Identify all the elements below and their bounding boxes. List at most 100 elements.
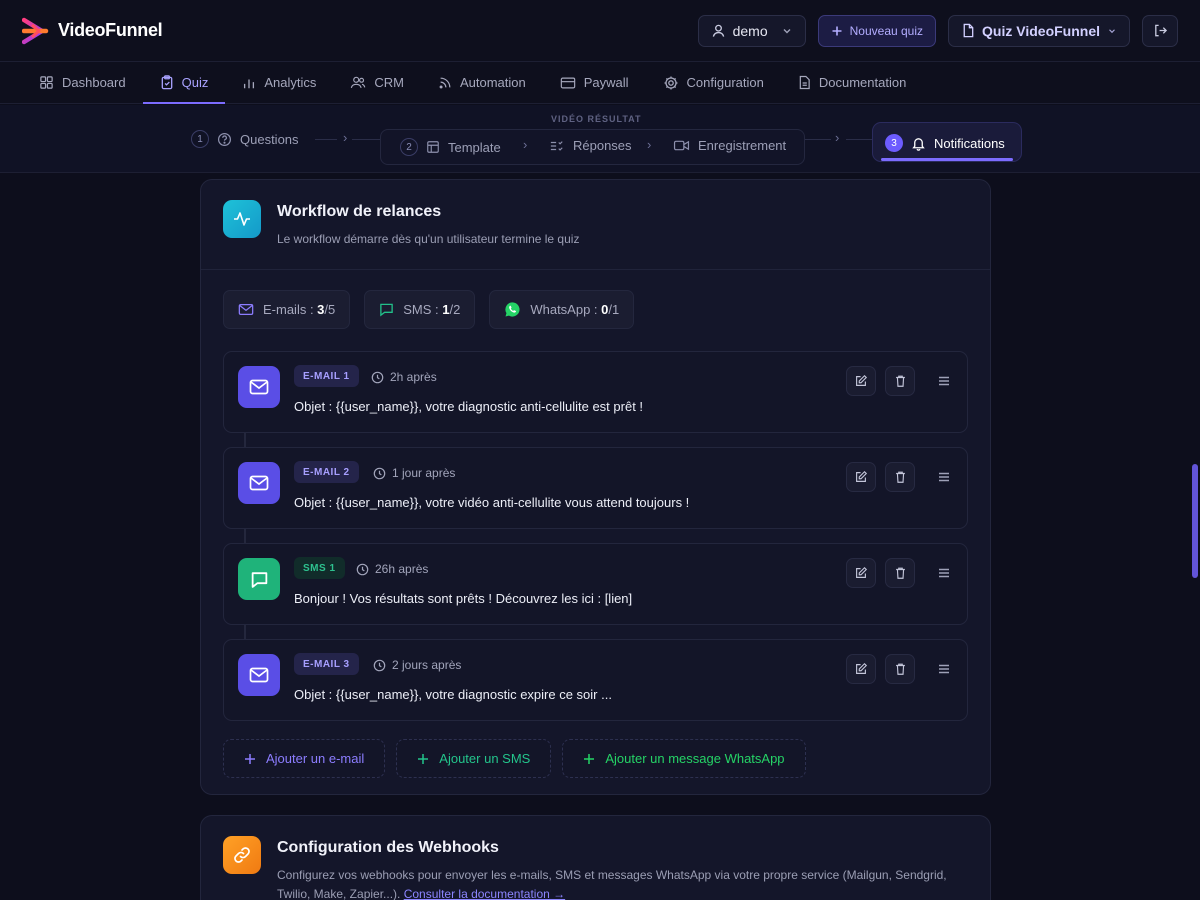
- step-label: Réponses: [573, 138, 632, 153]
- edit-button[interactable]: [846, 366, 876, 396]
- document-icon: [963, 23, 974, 38]
- message-card[interactable]: E-MAIL 1 2h après Objet : {{user_name}},…: [223, 351, 968, 433]
- nav-item-analytics[interactable]: Analytics: [225, 62, 333, 103]
- message-delay: 1 jour après: [373, 466, 455, 480]
- edit-icon: [856, 470, 868, 482]
- nav-item-crm[interactable]: CRM: [333, 62, 421, 103]
- plus-icon: [418, 753, 429, 764]
- step-label: Template: [448, 139, 501, 155]
- nav-label: Paywall: [583, 75, 629, 90]
- message-badge: SMS 1: [294, 557, 345, 579]
- message-subject: Objet : {{user_name}}, votre vidéo anti-…: [294, 495, 690, 510]
- drag-handle[interactable]: [935, 664, 953, 674]
- drag-handle[interactable]: [935, 568, 953, 578]
- edit-icon: [856, 662, 868, 674]
- user-label: demo: [732, 22, 768, 39]
- help-circle-icon: [217, 132, 232, 146]
- clipboard-icon: [161, 75, 172, 90]
- add-whatsapp-button[interactable]: Ajouter un message WhatsApp: [562, 739, 806, 778]
- step-questions[interactable]: 1 Questions: [191, 130, 299, 148]
- bell-icon: [912, 137, 925, 151]
- plus-icon: [832, 26, 842, 35]
- nav-item-paywall[interactable]: Paywall: [543, 62, 646, 103]
- drag-handle[interactable]: [935, 472, 953, 482]
- nav-item-dashboard[interactable]: Dashboard: [22, 62, 143, 103]
- nav-item-configuration[interactable]: Configuration: [646, 62, 781, 103]
- logout-button[interactable]: [1142, 14, 1178, 47]
- delete-button[interactable]: [885, 462, 915, 492]
- webhooks-title: Configuration des Webhooks: [277, 839, 499, 856]
- message-badge: E-MAIL 3: [294, 653, 359, 675]
- edit-button[interactable]: [846, 558, 876, 588]
- chevron-right-icon: ›: [835, 130, 840, 145]
- substep-responses[interactable]: Réponses: [549, 138, 632, 153]
- message-subject: Bonjour ! Vos résultats sont prêts ! Déc…: [294, 591, 633, 606]
- chevron-right-icon: ›: [647, 137, 652, 152]
- nav-label: Quiz: [181, 75, 209, 90]
- document-icon: [799, 75, 810, 90]
- counter-label: WhatsApp :: [530, 302, 602, 317]
- message-badge: E-MAIL 1: [294, 365, 359, 387]
- message-badge: E-MAIL 2: [294, 461, 359, 483]
- delete-button[interactable]: [885, 654, 915, 684]
- step-template[interactable]: 2 Template: [400, 138, 501, 156]
- nav-label: CRM: [374, 75, 404, 90]
- channel-counters: E-mails : 3/5 SMS : 1/2 WhatsApp : 0/1: [201, 270, 990, 329]
- message-card[interactable]: E-MAIL 2 1 jour après Objet : {{user_nam…: [223, 447, 968, 529]
- quiz-stepper: 1 Questions › VIDÉO RÉSULTAT 2 Template …: [0, 105, 1200, 173]
- step-number: 3: [885, 134, 903, 152]
- nav-item-documentation[interactable]: Documentation: [781, 62, 923, 103]
- drag-handle[interactable]: [935, 376, 953, 386]
- credit-card-icon: [560, 77, 575, 88]
- videofunnel-logo-icon: [22, 17, 49, 44]
- user-menu-button[interactable]: demo: [697, 14, 806, 47]
- nav-item-quiz[interactable]: Quiz: [142, 62, 226, 104]
- webhooks-header: Configuration des Webhooks Configurez vo…: [201, 816, 990, 900]
- nav-label: Documentation: [818, 75, 907, 90]
- quiz-selector-label: Quiz VideoFunnel: [982, 22, 1100, 39]
- trash-icon: [895, 471, 905, 483]
- edit-icon: [856, 566, 868, 578]
- app-logo[interactable]: VideoFunnel: [22, 17, 163, 45]
- drag-handle-icon: [939, 664, 949, 674]
- step-notifications[interactable]: 3 Notifications: [872, 122, 1022, 162]
- chevron-down-icon: [783, 28, 791, 33]
- webhooks-description: Configurez vos webhooks pour envoyer les…: [277, 868, 947, 900]
- message-card[interactable]: SMS 1 26h après Bonjour ! Vos résultats …: [223, 543, 968, 625]
- sms-counter: SMS : 1/2: [364, 290, 476, 329]
- counter-used: 1: [442, 302, 450, 317]
- clock-icon: [373, 659, 386, 671]
- delete-button[interactable]: [885, 558, 915, 588]
- message-card[interactable]: E-MAIL 3 2 jours après Objet : {{user_na…: [223, 639, 968, 721]
- gear-icon: [664, 76, 678, 89]
- documentation-link[interactable]: Consulter la documentation →: [404, 887, 565, 900]
- rss-icon: [439, 77, 451, 88]
- main-nav: Dashboard Quiz Analytics CRM Automation …: [0, 62, 1200, 104]
- edit-button[interactable]: [846, 462, 876, 492]
- step-connector: [846, 139, 872, 140]
- add-sms-button[interactable]: Ajouter un SMS: [396, 739, 552, 778]
- list-checks-icon: [550, 140, 563, 151]
- nav-item-automation[interactable]: Automation: [421, 62, 543, 103]
- quiz-selector[interactable]: Quiz VideoFunnel: [948, 14, 1130, 47]
- message-delay: 2 jours après: [373, 658, 461, 672]
- page-scrollbar-thumb[interactable]: [1192, 464, 1198, 578]
- trash-icon: [895, 567, 905, 579]
- grid-icon: [40, 76, 53, 89]
- mail-icon: [238, 654, 280, 696]
- edit-button[interactable]: [846, 654, 876, 684]
- new-quiz-button[interactable]: Nouveau quiz: [817, 14, 937, 47]
- substep-recording[interactable]: Enregistrement: [673, 138, 786, 153]
- drag-handle-icon: [939, 568, 949, 578]
- trash-icon: [895, 663, 905, 675]
- message-subject: Objet : {{user_name}}, votre diagnostic …: [294, 399, 644, 414]
- delete-button[interactable]: [885, 366, 915, 396]
- workflow-title: Workflow de relances: [277, 203, 442, 220]
- activity-icon: [223, 200, 261, 238]
- message-delay: 26h après: [356, 562, 428, 576]
- add-email-button[interactable]: Ajouter un e-mail: [223, 739, 386, 778]
- counter-total: /5: [324, 302, 336, 317]
- plus-icon: [584, 753, 595, 764]
- drag-handle-icon: [939, 472, 949, 482]
- message-subject: Objet : {{user_name}}, votre diagnostic …: [294, 687, 612, 702]
